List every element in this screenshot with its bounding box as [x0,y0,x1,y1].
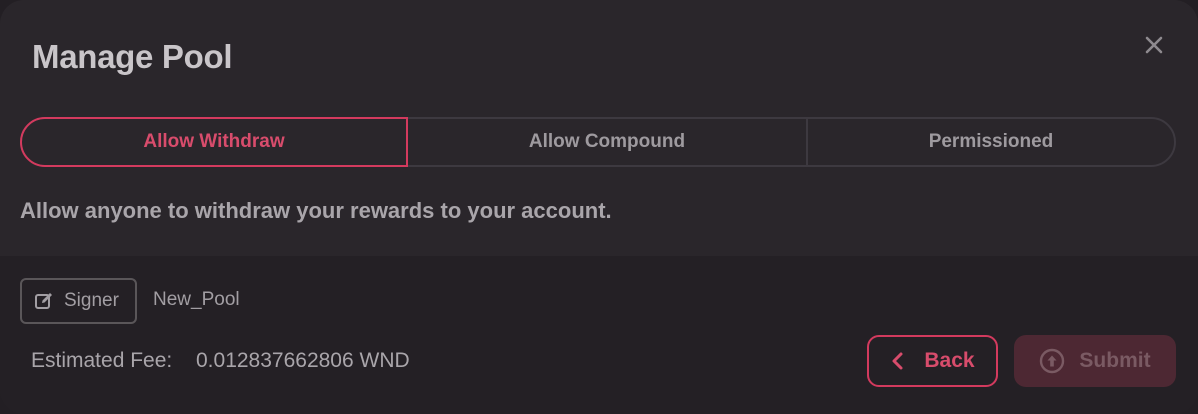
tab-permissioned[interactable]: Permissioned [808,119,1174,165]
modal-header-section: Manage Pool Allow Withdraw Allow Compoun… [0,0,1198,256]
tab-group: Allow Withdraw Allow Compound Permission… [20,117,1176,167]
estimated-fee-label: Estimated Fee: [31,349,173,372]
manage-pool-modal: Manage Pool Allow Withdraw Allow Compoun… [0,0,1198,414]
signer-label: Signer [64,290,119,311]
tab-allow-withdraw[interactable]: Allow Withdraw [20,117,408,167]
tab-description: Allow anyone to withdraw your rewards to… [20,198,612,223]
modal-footer: Signer New_Pool Estimated Fee: 0.0128376… [0,256,1198,414]
submit-button-label: Submit [1079,349,1151,372]
edit-icon [35,293,52,309]
back-button-label: Back [924,349,975,372]
modal-title: Manage Pool [32,38,233,75]
close-icon [1145,36,1163,54]
back-button[interactable]: Back [867,335,998,387]
arrow-up-circle-icon [1040,348,1065,374]
estimated-fee-value: 0.012837662806 WND [196,349,410,372]
signer-badge: Signer [20,278,137,324]
signer-account: New_Pool [153,289,240,310]
submit-button[interactable]: Submit [1014,335,1176,387]
close-button[interactable] [1142,33,1166,57]
chevron-left-icon [892,352,903,370]
tab-allow-compound[interactable]: Allow Compound [408,119,808,165]
